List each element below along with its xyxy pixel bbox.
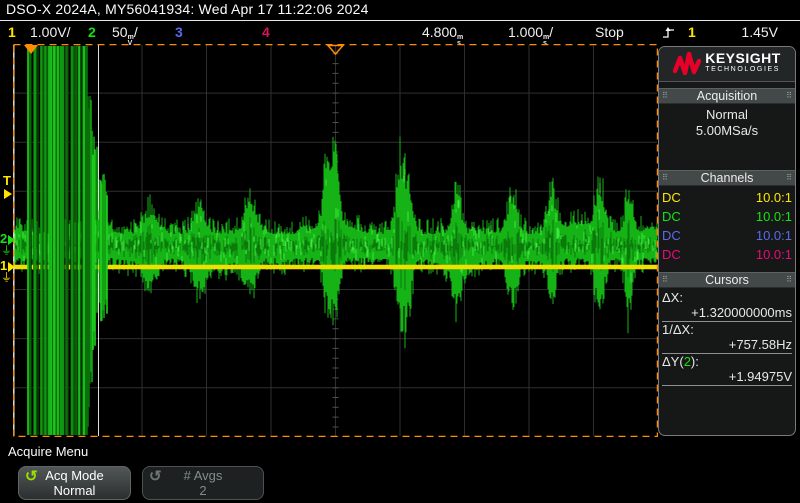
title-separator: [0, 20, 800, 21]
run-state: Stop: [595, 22, 624, 42]
timebase-scale[interactable]: 1.000ms/: [508, 22, 553, 42]
channel-row-2: DC10.0:1: [662, 207, 792, 226]
grip-icon: ⠿: [786, 92, 792, 100]
channel-row-1: DC10.0:1: [662, 188, 792, 207]
trigger-level-label: T: [3, 175, 11, 187]
keysight-logo: KEYSIGHT TECHNOLOGIES: [659, 47, 795, 82]
grip-icon: ⠿: [786, 174, 792, 182]
grip-icon: ⠿: [662, 276, 668, 284]
delta-x-label: ΔX:: [662, 290, 792, 305]
grip-icon: ⠿: [662, 174, 668, 182]
grip-icon: ⠿: [662, 92, 668, 100]
trigger-level: 1.45V: [716, 22, 778, 42]
softkey-num-avgs[interactable]: ↺ # Avgs 2: [142, 466, 264, 500]
ch4-number[interactable]: 4: [262, 22, 270, 42]
dial-icon: ↺: [25, 469, 38, 484]
instrument-title: DSO-X 2024A, MY56041934: Wed Apr 17 11:2…: [6, 1, 369, 17]
ch1-earth-icon: ⏚: [1, 273, 12, 283]
trigger-level-marker-icon[interactable]: [4, 189, 12, 199]
acquisition-section-header[interactable]: ⠿ Acquisition ⠿: [659, 88, 795, 104]
ch1-ground-marker-icon[interactable]: [8, 262, 15, 272]
ch1-scale[interactable]: 1.00V/: [30, 22, 70, 42]
delta-y-value: +1.94975V: [662, 369, 792, 386]
delta-x-value: +1.320000000ms: [662, 305, 792, 322]
ch3-number[interactable]: 3: [175, 22, 183, 42]
dial-icon: ↺: [149, 469, 162, 484]
keysight-spark-icon: [673, 51, 701, 77]
waveform-display[interactable]: [13, 44, 658, 437]
cursors-section-header[interactable]: ⠿ Cursors ⠿: [659, 272, 795, 288]
ch2-ground-marker-icon[interactable]: [8, 235, 15, 245]
channels-section-header[interactable]: ⠿ Channels ⠿: [659, 170, 795, 186]
ch2-number[interactable]: 2: [88, 22, 96, 42]
inverse-delta-x-label: 1/ΔX:: [662, 322, 792, 337]
ch2-ground-label: 2: [0, 233, 7, 245]
channel-row-3: DC10.0:1: [662, 226, 792, 245]
ch2-earth-icon: ⏚: [1, 246, 12, 256]
oscilloscope-screen: DSO-X 2024A, MY56041934: Wed Apr 17 11:2…: [0, 0, 800, 503]
delta-y-label: ΔY(2):: [662, 354, 792, 369]
trigger-slope-icon: [662, 26, 675, 39]
logo-brand: KEYSIGHT: [705, 53, 781, 64]
acquisition-mode: Normal: [659, 107, 795, 123]
softkey-acq-mode[interactable]: ↺ Acq Mode Normal: [18, 466, 131, 500]
grip-icon: ⠿: [786, 276, 792, 284]
inverse-delta-x-value: +757.58Hz: [662, 337, 792, 354]
logo-subtitle: TECHNOLOGIES: [705, 64, 781, 75]
channel-row-4: DC10.0:1: [662, 245, 792, 264]
trigger-source: 1: [688, 22, 696, 42]
menu-title: Acquire Menu: [8, 444, 88, 459]
ch1-ground-label: 1: [0, 260, 7, 272]
sample-rate: 5.00MSa/s: [659, 123, 795, 139]
ch1-number[interactable]: 1: [8, 22, 16, 42]
sidebar-panel: KEYSIGHT TECHNOLOGIES ⠿ Acquisition ⠿ No…: [658, 46, 796, 436]
ch2-scale[interactable]: 50mV/: [112, 22, 138, 42]
horizontal-delay[interactable]: 4.800ms: [422, 22, 463, 42]
